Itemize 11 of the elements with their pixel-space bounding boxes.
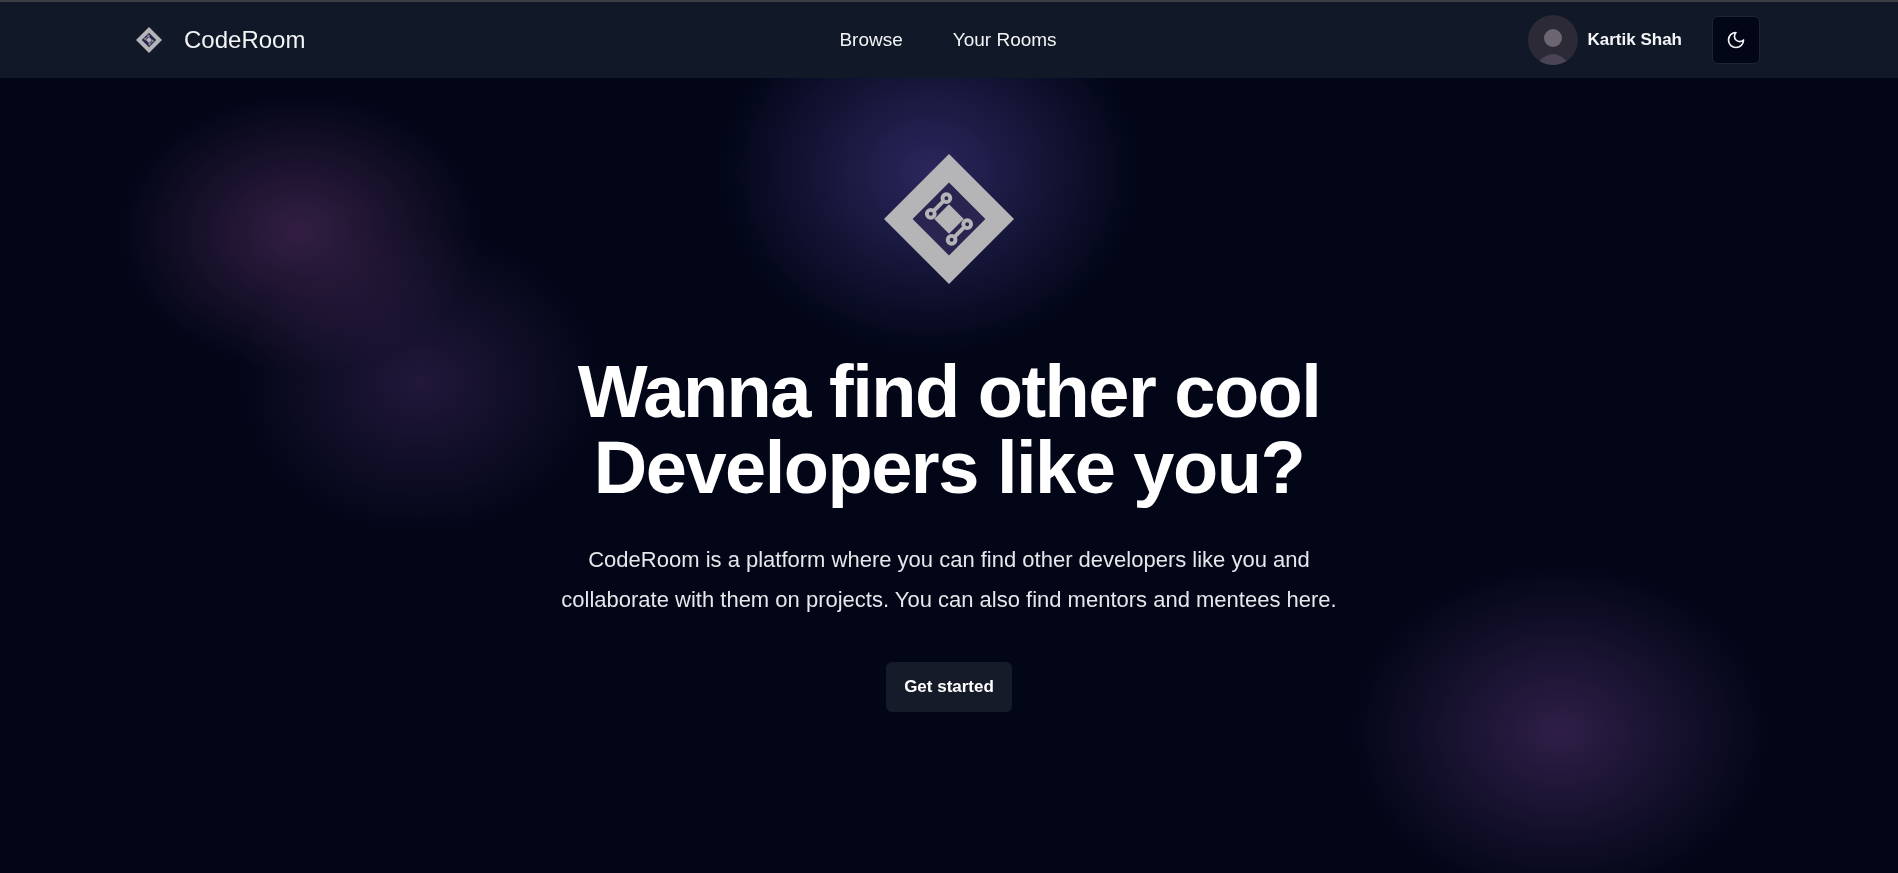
- logo-icon: [136, 27, 162, 53]
- get-started-button[interactable]: Get started: [886, 662, 1012, 712]
- hero-heading: Wanna find other cool Developers like you?: [577, 354, 1321, 506]
- brand-name: CodeRoom: [184, 26, 306, 54]
- theme-toggle-button[interactable]: [1712, 16, 1760, 64]
- avatar[interactable]: [1527, 15, 1578, 65]
- hero-description: CodeRoom is a platform where you can find other developers like you and collaborate with them on projects. You can also find mentors and mentees here.: [560, 546, 1338, 614]
- nav-link[interactable]: Browse: [839, 29, 903, 51]
- user-name: Kartik Shah: [1587, 30, 1682, 50]
- nav-link[interactable]: Your Rooms: [952, 29, 1057, 51]
- moon-icon: [1726, 30, 1746, 50]
